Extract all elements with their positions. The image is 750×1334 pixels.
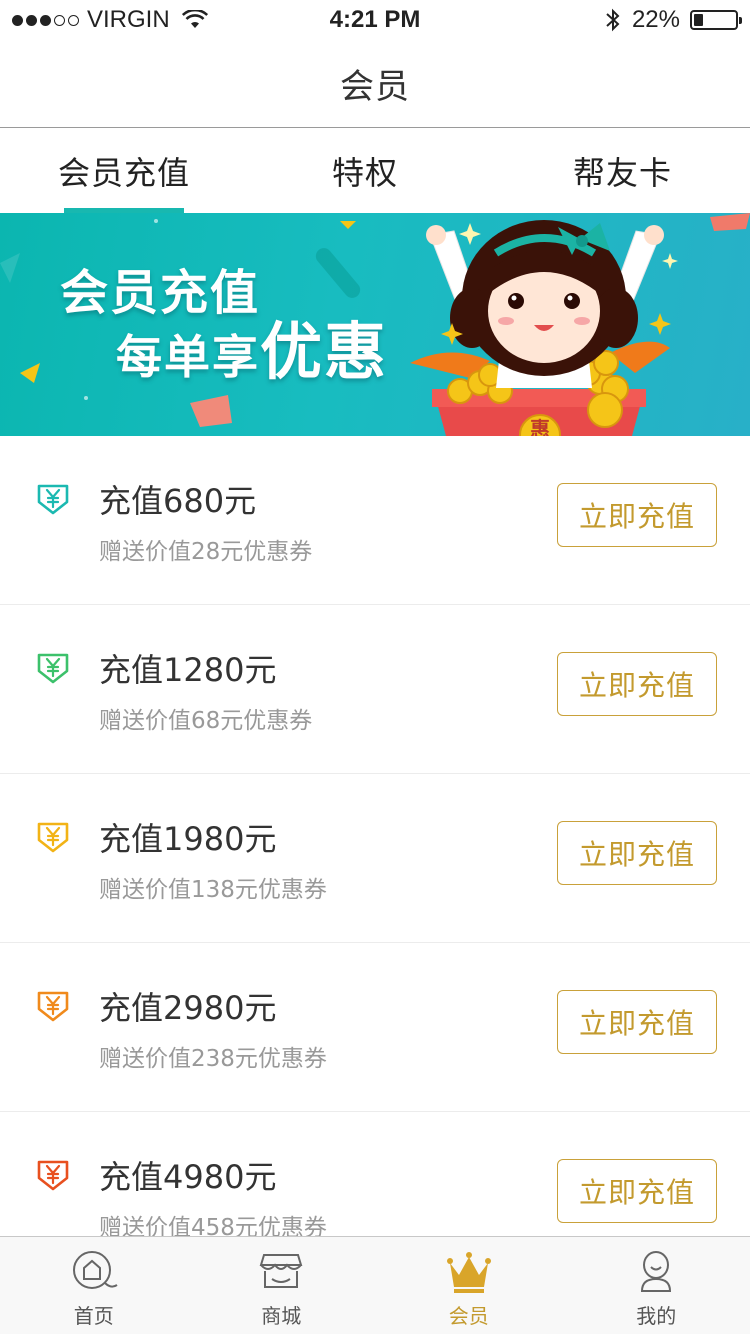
tabbar-label: 商城	[261, 1304, 302, 1328]
tabbar-label: 会员	[448, 1304, 489, 1328]
profile-icon	[641, 1251, 672, 1292]
tabbar-label: 首页	[73, 1304, 114, 1328]
tabbar-item-home[interactable]: 首页	[0, 1237, 188, 1334]
list-item: 充值2980元 赠送价值238元优惠券 立即充值	[0, 943, 750, 1112]
list-item: 充值1280元 赠送价值68元优惠券 立即充值	[0, 605, 750, 774]
tabbar-item-member[interactable]: 会员	[375, 1237, 563, 1334]
battery-icon	[690, 10, 742, 30]
recharge-amount: 充值2980元	[99, 989, 277, 1027]
yen-down-arrow-icon	[37, 822, 69, 853]
yen-down-arrow-icon	[37, 991, 69, 1022]
banner-line-2: 每单享优惠	[60, 321, 388, 386]
recharge-amount: 充值680元	[99, 482, 257, 520]
status-right: 22%	[604, 6, 742, 34]
yen-down-arrow-icon	[37, 1160, 69, 1191]
yen-down-arrow-icon	[37, 484, 69, 515]
banner-line-2-emphasis: 优惠	[260, 315, 389, 388]
navigation-bar: 会员	[0, 40, 750, 128]
yen-down-arrow-icon	[37, 653, 69, 684]
bluetooth-icon	[606, 8, 620, 32]
bonus-description: 赠送价值28元优惠券	[99, 539, 313, 565]
tab-recharge[interactable]: 会员充值	[0, 129, 263, 213]
recharge-amount: 充值1280元	[99, 651, 277, 689]
banner-line-2-prefix: 每单享	[116, 330, 260, 384]
tabbar-item-profile[interactable]: 我的	[563, 1237, 750, 1334]
home-icon	[72, 1251, 118, 1289]
store-icon	[259, 1254, 303, 1288]
segment-tabs: 会员充值 特权 帮友卡	[0, 129, 750, 213]
bonus-description: 赠送价值138元优惠券	[99, 877, 327, 903]
tab-friend-card[interactable]: 帮友卡	[467, 129, 750, 213]
recharge-now-button[interactable]: 立即充值	[557, 1159, 717, 1223]
page-title: 会员	[340, 67, 410, 107]
banner-headline: 会员充值 每单享优惠	[60, 263, 388, 386]
tabbar-item-store[interactable]: 商城	[188, 1237, 376, 1334]
recharge-now-button[interactable]: 立即充值	[557, 652, 717, 716]
recharge-amount: 充值1980元	[99, 820, 277, 858]
recharge-now-button[interactable]: 立即充值	[557, 821, 717, 885]
bonus-description: 赠送价值68元优惠券	[99, 708, 313, 734]
status-bar: VIRGIN 4:21 PM 22%	[0, 0, 750, 40]
battery-percent: 22%	[631, 6, 680, 33]
list-item: 充值1980元 赠送价值138元优惠券 立即充值	[0, 774, 750, 943]
tab-privileges[interactable]: 特权	[263, 129, 468, 213]
list-item: 充值680元 赠送价值28元优惠券 立即充值	[0, 436, 750, 605]
tab-label: 帮友卡	[573, 154, 673, 192]
tab-label: 特权	[332, 154, 399, 192]
bonus-description: 赠送价值238元优惠券	[99, 1046, 327, 1072]
promo-banner[interactable]: 会员充值 每单享优惠 惠	[0, 213, 750, 436]
tab-label: 会员充值	[58, 154, 191, 192]
tabbar-label: 我的	[636, 1304, 677, 1328]
mascot-girl-illustration: 惠	[410, 213, 750, 436]
svg-text:惠: 惠	[530, 417, 550, 436]
recharge-list: 充值680元 赠送价值28元优惠券 立即充值 充值1280元 赠送价值68元优惠…	[0, 436, 750, 1281]
banner-line-1: 会员充值	[60, 265, 261, 321]
recharge-amount: 充值4980元	[99, 1158, 277, 1196]
recharge-now-button[interactable]: 立即充值	[557, 483, 717, 547]
crown-icon	[446, 1252, 491, 1293]
recharge-now-button[interactable]: 立即充值	[557, 990, 717, 1054]
bottom-tab-bar: 首页 商城 会员 我的	[0, 1236, 750, 1334]
